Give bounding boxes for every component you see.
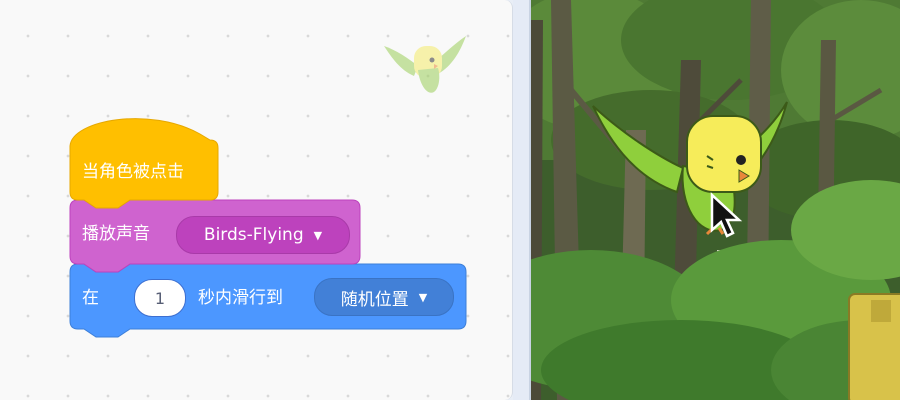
parakeet-sprite[interactable] bbox=[587, 96, 797, 246]
code-area[interactable]: 当角色被点击 播放声音 Birds-Flying ▼ 在 1 秒内滑行到 随机位… bbox=[0, 0, 513, 400]
mouse-pointer-icon bbox=[710, 192, 743, 238]
stage[interactable] bbox=[529, 0, 900, 400]
seconds-input[interactable]: 1 bbox=[134, 279, 186, 317]
sound-block-label: 播放声音 bbox=[82, 224, 150, 244]
glide-block-prefix: 在 bbox=[82, 288, 99, 308]
panel-divider bbox=[513, 0, 529, 400]
glide-target-dropdown[interactable]: 随机位置 ▼ bbox=[314, 278, 454, 316]
sound-dropdown[interactable]: Birds-Flying ▼ bbox=[176, 216, 350, 254]
glide-target-value: 随机位置 bbox=[340, 289, 409, 310]
hat-block-label: 当角色被点击 bbox=[82, 162, 184, 182]
caret-down-icon: ▼ bbox=[313, 228, 323, 242]
glide-block-middle: 秒内滑行到 bbox=[198, 288, 283, 308]
sound-dropdown-value: Birds-Flying bbox=[203, 225, 304, 245]
caret-down-icon: ▼ bbox=[418, 290, 428, 304]
